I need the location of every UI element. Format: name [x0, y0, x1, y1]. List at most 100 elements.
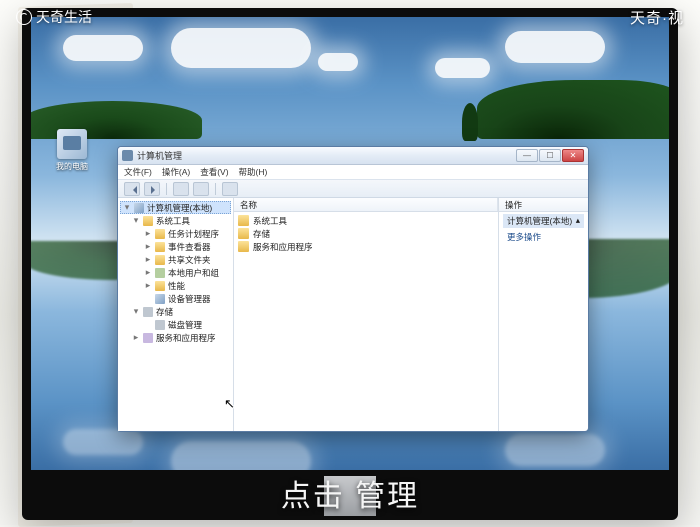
- tree-node-label: 存储: [156, 306, 173, 318]
- cloud-shape: [435, 58, 490, 78]
- brand-text-right: 天奇·视: [630, 7, 684, 28]
- tree-node[interactable]: 磁盘管理: [120, 318, 231, 331]
- menu-action[interactable]: 操作(A): [162, 166, 190, 178]
- tree-node-label: 磁盘管理: [168, 319, 202, 331]
- trees-right: [477, 80, 669, 139]
- tree-node-label: 性能: [168, 280, 185, 292]
- tree-node[interactable]: ▾ 存储: [120, 305, 231, 318]
- list-items: 系统工具存储服务和应用程序: [234, 212, 498, 431]
- actions-section-title[interactable]: 计算机管理(本地) ▴: [503, 214, 584, 228]
- tree-node[interactable]: ▸ 服务和应用程序: [120, 331, 231, 344]
- tree-node-icon: [143, 333, 153, 343]
- reflection-cloud: [505, 434, 605, 466]
- minimize-button[interactable]: —: [516, 149, 538, 162]
- tree-twisty-icon: ▸: [144, 280, 152, 291]
- tree-node-label: 设备管理器: [168, 293, 211, 305]
- tree-twisty-icon: ▸: [144, 267, 152, 278]
- cloud-shape: [63, 35, 143, 61]
- list-item-label: 系统工具: [253, 215, 287, 227]
- tree-mid: [462, 103, 478, 141]
- list-item-label: 存储: [253, 228, 270, 240]
- tree-node-label: 服务和应用程序: [156, 332, 216, 344]
- tree-node-icon: [155, 320, 165, 330]
- toolbar: [118, 180, 588, 198]
- tree-node[interactable]: ▸ 任务计划程序: [120, 227, 231, 240]
- menu-file[interactable]: 文件(F): [124, 166, 152, 178]
- forward-button[interactable]: [144, 182, 160, 196]
- tree-node[interactable]: ▸ 本地用户和组: [120, 266, 231, 279]
- toolbar-button[interactable]: [173, 182, 189, 196]
- tree-twisty-icon: ▸: [144, 241, 152, 252]
- actions-header: 操作: [499, 198, 588, 212]
- reflection-cloud: [63, 429, 143, 455]
- back-button[interactable]: [124, 182, 140, 196]
- cloud-shape: [318, 53, 358, 71]
- monitor-frame: 我的电脑 计算机管理 — ☐ ✕ 文件(F) 操作(A) 查看(V) 帮助(H): [22, 8, 678, 520]
- tree-node-icon: [155, 242, 165, 252]
- toolbar-help-button[interactable]: [222, 182, 238, 196]
- titlebar[interactable]: 计算机管理 — ☐ ✕: [118, 147, 588, 165]
- video-overlay: 天奇生活 天奇·视: [0, 0, 700, 34]
- tree-node[interactable]: ▸ 事件查看器: [120, 240, 231, 253]
- app-icon: [122, 150, 133, 161]
- desktop-icon-computer[interactable]: 我的电脑: [53, 129, 91, 172]
- actions-section-title-text: 计算机管理(本地): [507, 215, 572, 227]
- cloud-shape: [171, 28, 311, 68]
- toolbar-separator: [166, 183, 167, 195]
- list-pane: 名称 系统工具存储服务和应用程序: [234, 198, 498, 431]
- list-item[interactable]: 系统工具: [238, 214, 494, 227]
- actions-section: 计算机管理(本地) ▴ 更多操作: [499, 212, 588, 246]
- tree-twisty-icon: ▸: [132, 332, 140, 343]
- list-item[interactable]: 存储: [238, 227, 494, 240]
- actions-more-link[interactable]: 更多操作: [503, 230, 584, 244]
- maximize-button[interactable]: ☐: [539, 149, 561, 162]
- brand-text-left: 天奇生活: [36, 7, 92, 27]
- tree-node-icon: [155, 229, 165, 239]
- tree-node-label: 任务计划程序: [168, 228, 219, 240]
- tree-node[interactable]: ▾ 系统工具: [120, 214, 231, 227]
- desktop-screen: 我的电脑 计算机管理 — ☐ ✕ 文件(F) 操作(A) 查看(V) 帮助(H): [31, 17, 669, 470]
- chevron-up-icon: ▴: [576, 215, 580, 227]
- tree-twisty-icon: ▾: [123, 202, 131, 213]
- toolbar-button[interactable]: [193, 182, 209, 196]
- reflection-cloud: [171, 441, 311, 470]
- folder-icon: [238, 215, 249, 226]
- tree-node-label: 事件查看器: [168, 241, 211, 253]
- tree-node-icon: [134, 203, 144, 213]
- window-title: 计算机管理: [137, 149, 516, 162]
- logo-ring-icon: [16, 9, 32, 25]
- tree-node-icon: [143, 307, 153, 317]
- list-column-name[interactable]: 名称: [234, 198, 498, 211]
- menu-help[interactable]: 帮助(H): [239, 166, 268, 178]
- nav-tree[interactable]: ▾ 计算机管理(本地) ▾ 系统工具 ▸ 任务计划程序 ▸ 事件查看器 ▸ 共享文件夹 ▸ 本地用户和…: [118, 198, 234, 431]
- close-button[interactable]: ✕: [562, 149, 584, 162]
- tree-node[interactable]: 设备管理器: [120, 292, 231, 305]
- tree-twisty-icon: ▸: [144, 228, 152, 239]
- tree-node-label: 本地用户和组: [168, 267, 219, 279]
- window-computer-management: 计算机管理 — ☐ ✕ 文件(F) 操作(A) 查看(V) 帮助(H): [117, 146, 589, 432]
- toolbar-separator: [215, 183, 216, 195]
- tree-node[interactable]: ▸ 性能: [120, 279, 231, 292]
- desktop-icon-label: 我的电脑: [53, 161, 91, 172]
- cloud-shape: [505, 31, 605, 63]
- tree-node-icon: [143, 216, 153, 226]
- menu-bar: 文件(F) 操作(A) 查看(V) 帮助(H): [118, 165, 588, 180]
- tree-node-icon: [155, 281, 165, 291]
- tree-twisty-icon: ▾: [132, 215, 140, 226]
- tree-node[interactable]: ▾ 计算机管理(本地): [120, 201, 231, 214]
- actions-pane: 操作 计算机管理(本地) ▴ 更多操作: [498, 198, 588, 431]
- subtitle-caption: 点击 管理: [0, 471, 700, 515]
- brand-logo-left: 天奇生活: [16, 7, 92, 27]
- tree-node-label: 计算机管理(本地): [147, 202, 212, 214]
- tree-node-label: 共享文件夹: [168, 254, 211, 266]
- list-item[interactable]: 服务和应用程序: [238, 240, 494, 253]
- tree-twisty-icon: ▾: [132, 306, 140, 317]
- menu-view[interactable]: 查看(V): [200, 166, 228, 178]
- tree-node[interactable]: ▸ 共享文件夹: [120, 253, 231, 266]
- folder-icon: [238, 241, 249, 252]
- computer-icon: [57, 129, 87, 159]
- tree-node-icon: [155, 255, 165, 265]
- tree-node-icon: [155, 294, 165, 304]
- tree-node-label: 系统工具: [156, 215, 190, 227]
- tree-twisty-icon: ▸: [144, 254, 152, 265]
